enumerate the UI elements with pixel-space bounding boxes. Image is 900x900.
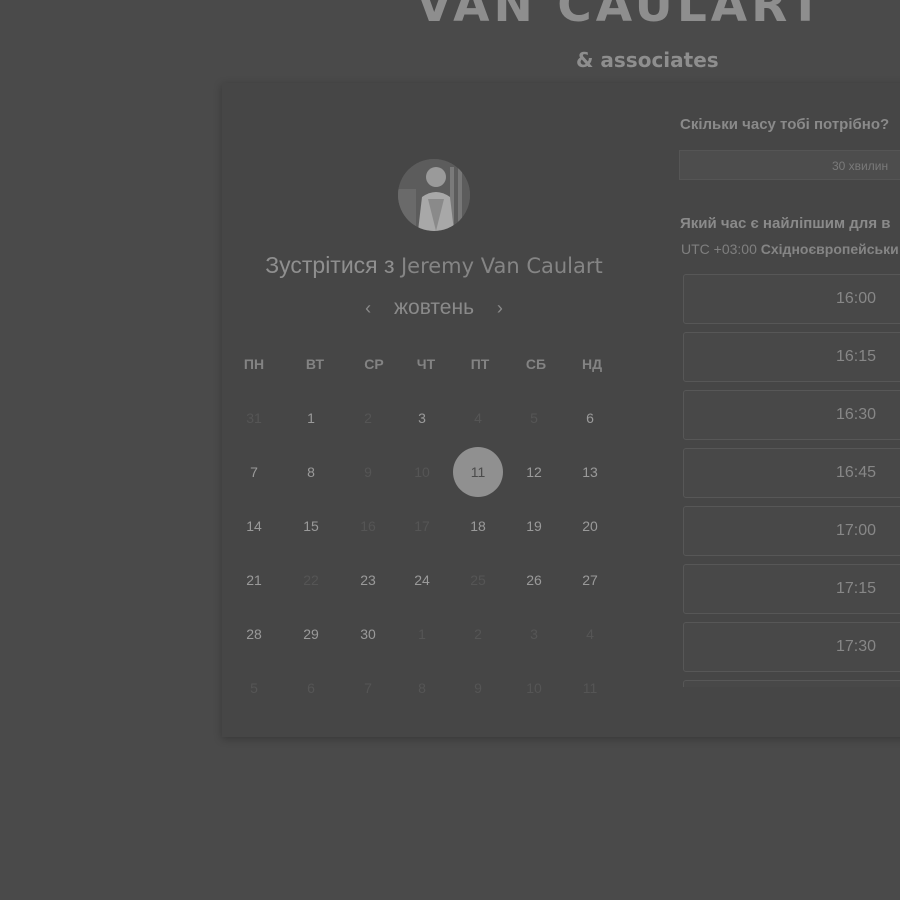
chevron-left-icon[interactable]: ‹ xyxy=(354,298,382,319)
host-name: Jeremy Van Caulart xyxy=(400,254,603,278)
time-slot-label: 16:45 xyxy=(835,464,877,481)
calendar-day: 3 xyxy=(530,626,538,642)
calendar-day: 2 xyxy=(474,626,482,642)
calendar-day[interactable]: 28 xyxy=(229,609,279,659)
calendar-day: 17 xyxy=(414,518,430,534)
time-slot-label: 16:00 xyxy=(835,290,877,307)
weekday-label: СБ xyxy=(525,356,547,372)
calendar-day: 8 xyxy=(418,680,426,696)
duration-selected-value: 30 хвилин xyxy=(832,159,889,173)
time-slot-button[interactable]: 16:45 xyxy=(683,448,900,498)
weekday-label: СР xyxy=(364,356,384,372)
calendar-day[interactable]: 8 xyxy=(286,447,336,497)
calendar-day: 31 xyxy=(246,410,262,426)
calendar-day[interactable]: 21 xyxy=(229,555,279,605)
booking-page: VAN CAULART & associates Зустрітися з Je… xyxy=(0,0,900,900)
time-slot-label: 16:30 xyxy=(835,406,877,423)
time-slot-label: 16:15 xyxy=(835,348,877,365)
time-slot-button[interactable]: 16:00 xyxy=(683,274,900,324)
time-slot-label: 17:15 xyxy=(835,580,877,597)
calendar-day[interactable]: 3 xyxy=(397,393,447,443)
month-navigation: ‹ жовтень › xyxy=(222,296,646,320)
calendar-day[interactable]: 13 xyxy=(565,447,615,497)
duration-question: Скільки часу тобі потрібно? xyxy=(680,116,890,133)
calendar-day: 5 xyxy=(530,410,538,426)
brand-logo-text: VAN CAULART xyxy=(416,0,826,33)
calendar-day[interactable]: 29 xyxy=(286,609,336,659)
calendar-day-grid: 31 1 2 3 4 5 6 7 8 9 10 11 12 13 14 15 16 17 18 19 20 21 22 23 2… xyxy=(222,392,646,712)
calendar-day[interactable]: 23 xyxy=(343,555,393,605)
meeting-title: Зустрітися з Jeremy Van Caulart xyxy=(222,252,646,279)
time-slot-label: 17:30 xyxy=(835,638,877,655)
calendar-day: 7 xyxy=(364,680,372,696)
person-avatar-icon xyxy=(398,159,470,231)
calendar-day[interactable]: 15 xyxy=(286,501,336,551)
weekday-label: ВТ xyxy=(305,356,325,372)
calendar-day: 1 xyxy=(418,626,426,642)
calendar-day[interactable]: 19 xyxy=(509,501,559,551)
host-avatar xyxy=(398,159,470,231)
brand-subtitle: & associates xyxy=(576,48,719,72)
calendar-day: 5 xyxy=(250,680,258,696)
calendar-day[interactable]: 30 xyxy=(343,609,393,659)
timezone-name: Східноєвропейськи xyxy=(760,241,899,257)
calendar-day: 11 xyxy=(582,680,598,696)
calendar-day: 9 xyxy=(364,464,372,480)
calendar-day[interactable]: 14 xyxy=(229,501,279,551)
meeting-title-prefix: Зустрітися з xyxy=(265,252,395,278)
time-slot-button[interactable]: 17:15 xyxy=(683,564,900,614)
calendar-day: 10 xyxy=(526,680,542,696)
weekday-label: ПН xyxy=(243,356,265,372)
time-slot-button[interactable]: 16:15 xyxy=(683,332,900,382)
calendar-day: 4 xyxy=(474,410,482,426)
time-slot-button[interactable] xyxy=(683,680,900,687)
weekday-label: ЧТ xyxy=(416,356,436,372)
calendar-day[interactable]: 6 xyxy=(565,393,615,443)
time-slot-list: 16:00 16:15 16:30 16:45 17:00 17:15 17:30 xyxy=(683,274,900,687)
calendar-day: 9 xyxy=(474,680,482,696)
weekday-label: ПТ xyxy=(470,356,490,372)
calendar-day[interactable]: 27 xyxy=(565,555,615,605)
time-question: Який час є найліпшим для в xyxy=(680,215,891,232)
calendar-day: 6 xyxy=(307,680,315,696)
calendar-day: 25 xyxy=(470,572,486,588)
calendar-day[interactable]: 18 xyxy=(453,501,503,551)
calendar-day: 10 xyxy=(414,464,430,480)
calendar-day[interactable]: 26 xyxy=(509,555,559,605)
calendar-day[interactable]: 20 xyxy=(565,501,615,551)
calendar-day[interactable]: 24 xyxy=(397,555,447,605)
timezone-offset: UTC +03:00 xyxy=(681,241,757,257)
calendar-day-selected[interactable]: 11 xyxy=(453,447,503,497)
weekday-header-row: ПН ВТ СР ЧТ ПТ СБ НД xyxy=(222,356,646,376)
calendar-day: 4 xyxy=(586,626,594,642)
current-month-label: жовтень xyxy=(393,296,475,319)
calendar-day[interactable]: 12 xyxy=(509,447,559,497)
weekday-label: НД xyxy=(581,356,603,372)
timezone-label: UTC +03:00 Східноєвропейськи xyxy=(681,241,899,257)
calendar-day[interactable]: 7 xyxy=(229,447,279,497)
time-slot-label: 17:00 xyxy=(835,522,877,539)
calendar-day: 22 xyxy=(303,572,319,588)
time-slot-button[interactable]: 17:30 xyxy=(683,622,900,672)
time-slot-button[interactable]: 16:30 xyxy=(683,390,900,440)
calendar-day: 16 xyxy=(360,518,376,534)
calendar-day: 2 xyxy=(364,410,372,426)
chevron-right-icon[interactable]: › xyxy=(486,298,514,319)
calendar-day[interactable]: 1 xyxy=(286,393,336,443)
time-slot-button[interactable]: 17:00 xyxy=(683,506,900,556)
duration-select[interactable]: 30 хвилин xyxy=(679,150,900,180)
